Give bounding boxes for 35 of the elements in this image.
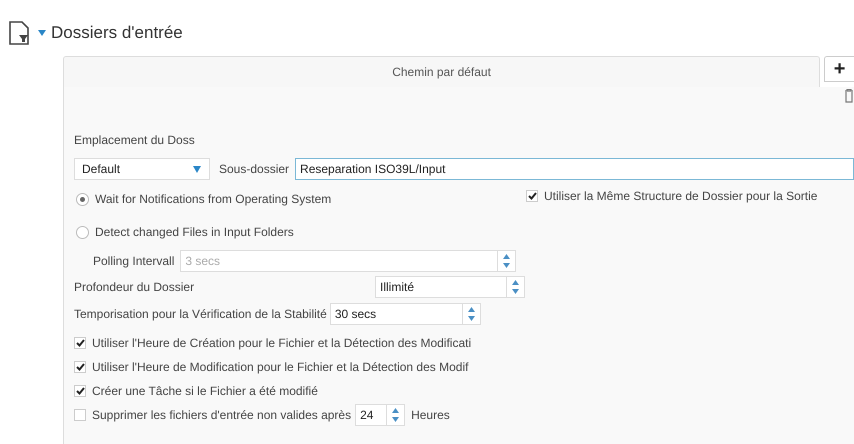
- delay-field[interactable]: 30 secs: [330, 303, 481, 325]
- caret-icon[interactable]: [38, 30, 46, 36]
- subfolder-input[interactable]: Reseparation ISO39L/Input: [295, 158, 854, 180]
- radio-button[interactable]: [76, 192, 89, 206]
- checkbox[interactable]: [74, 337, 86, 349]
- field-label: Emplacement du Doss: [74, 133, 196, 149]
- add-button[interactable]: +: [824, 56, 854, 82]
- checkbox-label: Créer une Tâche si le Fichier a été modifié: [92, 384, 318, 398]
- radio-label: Detect changed Files in Input Folders: [95, 225, 294, 239]
- trash-icon[interactable]: [845, 89, 853, 103]
- depth-field[interactable]: Illimité: [375, 276, 525, 298]
- checkbox-label: Utiliser la Même Structure de Dossier pour la Sortie: [544, 189, 818, 203]
- tab[interactable]: Chemin par défaut: [63, 56, 820, 87]
- spinner-icon[interactable]: [466, 306, 477, 322]
- unit-label: Heures: [411, 408, 450, 422]
- field-label: Sous-dossier: [219, 162, 290, 176]
- checkbox-label: Utiliser l'Heure de Modification pour le Fichier et la Détection des Modif: [92, 360, 468, 374]
- section-title: Dossiers d'entrée: [51, 23, 183, 43]
- radio-label: Wait for Notifications from Operating System: [95, 192, 332, 206]
- checkbox[interactable]: [74, 409, 86, 421]
- checkbox[interactable]: [74, 361, 86, 373]
- checkbox[interactable]: [74, 385, 86, 397]
- folder-dropdown[interactable]: Default: [74, 158, 210, 180]
- checkbox-label: Utiliser l'Heure de Création pour le Fichier et la Détection des Modificati: [92, 336, 472, 350]
- field-label: Profondeur du Dossier: [74, 280, 196, 294]
- hours-field[interactable]: 24: [355, 404, 406, 426]
- field-label: Temporisation pour la Vérification de la Stabilité: [74, 307, 327, 321]
- spinner-icon[interactable]: [510, 279, 521, 295]
- spinner-icon[interactable]: [390, 407, 402, 423]
- checkbox[interactable]: [526, 190, 538, 202]
- checkbox-label: Supprimer les fichiers d'entrée non valides après: [92, 408, 352, 422]
- radio-button[interactable]: [76, 226, 89, 238]
- document-icon: [8, 21, 30, 45]
- caret-icon: [193, 166, 201, 172]
- field-label: Polling Intervall: [93, 254, 174, 268]
